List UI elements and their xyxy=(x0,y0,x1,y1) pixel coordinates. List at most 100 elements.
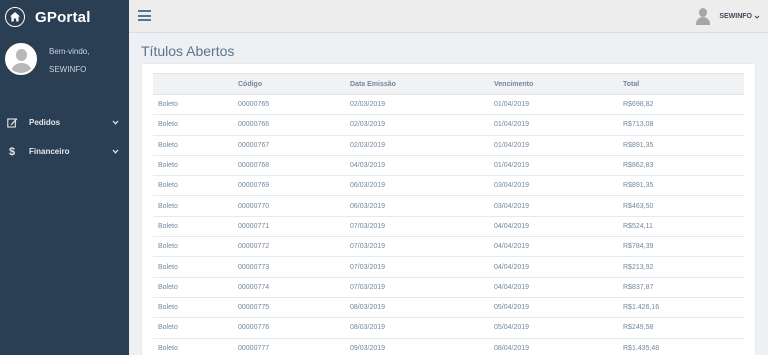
cell-total: R$249,58 xyxy=(618,317,744,339)
cell-total: R$784,39 xyxy=(618,236,744,257)
cell-total: R$213,92 xyxy=(618,256,744,278)
cell-due-date: 04/04/2019 xyxy=(489,236,618,257)
cell-type: Boleto xyxy=(153,317,233,339)
cell-issue-date: 07/03/2019 xyxy=(345,276,489,298)
cell-total: R$463,50 xyxy=(618,195,744,217)
table-row[interactable]: Boleto 00000777 09/03/2019 08/04/2019 R$1.43… xyxy=(153,337,744,355)
table-row[interactable]: Boleto 00000771 07/03/2019 04/04/2019 R$524,… xyxy=(153,215,744,237)
menu-toggle-icon[interactable] xyxy=(138,10,151,21)
header-type xyxy=(153,73,233,95)
cell-issue-date: 09/03/2019 xyxy=(345,337,489,355)
sidebar-item-pedidos[interactable]: Pedidos xyxy=(0,108,129,137)
cell-type: Boleto xyxy=(153,154,233,176)
header-code: Código xyxy=(233,73,345,95)
table-row[interactable]: Boleto 00000769 06/03/2019 03/04/2019 R$891,… xyxy=(153,175,744,196)
cell-issue-date: 06/03/2019 xyxy=(345,195,489,217)
cell-total: R$1.426,16 xyxy=(618,296,744,318)
table-row[interactable]: Boleto 00000775 08/03/2019 05/04/2019 R$1.42… xyxy=(153,296,744,318)
avatar xyxy=(5,43,37,75)
cell-total: R$862,83 xyxy=(618,154,744,176)
dollar-icon: $ xyxy=(8,145,16,158)
cell-code: 00000768 xyxy=(233,154,345,176)
cell-due-date: 05/04/2019 xyxy=(489,317,618,339)
sidebar-item-label: Financeiro xyxy=(29,147,70,156)
cell-code: 00000766 xyxy=(233,114,345,136)
cell-type: Boleto xyxy=(153,175,233,196)
welcome-text: Bem-vindo, xyxy=(49,47,90,56)
cell-type: Boleto xyxy=(153,215,233,237)
table-row[interactable]: Boleto 00000776 08/03/2019 05/04/2019 R$249,… xyxy=(153,317,744,339)
cell-total: R$891,35 xyxy=(618,134,744,156)
sidebar-item-label: Pedidos xyxy=(29,118,61,127)
cell-issue-date: 02/03/2019 xyxy=(345,93,489,115)
cell-due-date: 08/04/2019 xyxy=(489,337,618,355)
cell-due-date: 04/04/2019 xyxy=(489,256,618,278)
brand-name: GPortal xyxy=(35,8,91,26)
cell-code: 00000773 xyxy=(233,256,345,278)
user-avatar-icon xyxy=(696,8,711,25)
main-content: Títulos Abertos Código Data Emissão Venc… xyxy=(129,34,768,355)
cell-due-date: 05/04/2019 xyxy=(489,296,618,318)
brand[interactable]: GPortal xyxy=(0,0,129,34)
table-row[interactable]: Boleto 00000774 07/03/2019 04/04/2019 R$837,… xyxy=(153,276,744,298)
profile-username: SEWINFO xyxy=(49,65,87,74)
table-row[interactable]: Boleto 00000770 06/03/2019 03/04/2019 R$463,… xyxy=(153,195,744,217)
cell-total: R$1.435,48 xyxy=(618,337,744,355)
cell-code: 00000774 xyxy=(233,276,345,298)
cell-due-date: 01/04/2019 xyxy=(489,93,618,115)
table-row[interactable]: Boleto 00000767 02/03/2019 01/04/2019 R$891,… xyxy=(153,134,744,156)
sidebar-menu: Pedidos $ Financeiro xyxy=(0,108,129,166)
cell-type: Boleto xyxy=(153,296,233,318)
table-row[interactable]: Boleto 00000772 07/03/2019 04/04/2019 R$784,… xyxy=(153,236,744,257)
cell-code: 00000767 xyxy=(233,134,345,156)
cell-type: Boleto xyxy=(153,114,233,136)
table-row[interactable]: Boleto 00000765 02/03/2019 01/04/2019 R$698,… xyxy=(153,93,744,115)
cell-due-date: 03/04/2019 xyxy=(489,195,618,217)
user-profile: Bem-vindo, SEWINFO xyxy=(0,34,129,104)
home-icon xyxy=(5,7,25,27)
cell-type: Boleto xyxy=(153,337,233,355)
table-row[interactable]: Boleto 00000773 07/03/2019 04/04/2019 R$213,… xyxy=(153,256,744,278)
cell-type: Boleto xyxy=(153,93,233,115)
top-nav: SEWINFO xyxy=(129,0,768,33)
cell-code: 00000776 xyxy=(233,317,345,339)
cell-type: Boleto xyxy=(153,236,233,257)
cell-code: 00000765 xyxy=(233,93,345,115)
cell-issue-date: 07/03/2019 xyxy=(345,256,489,278)
cell-due-date: 03/04/2019 xyxy=(489,175,618,196)
cell-total: R$713,08 xyxy=(618,114,744,136)
cell-code: 00000772 xyxy=(233,236,345,257)
top-username: SEWINFO xyxy=(719,13,752,20)
cell-due-date: 01/04/2019 xyxy=(489,154,618,176)
cell-code: 00000771 xyxy=(233,215,345,237)
cell-type: Boleto xyxy=(153,195,233,217)
cell-total: R$524,11 xyxy=(618,215,744,237)
header-issue-date: Data Emissão xyxy=(345,73,489,95)
cell-code: 00000769 xyxy=(233,175,345,196)
table-row[interactable]: Boleto 00000766 02/03/2019 01/04/2019 R$713,… xyxy=(153,114,744,136)
titles-table: Código Data Emissão Vencimento Total Bol… xyxy=(153,73,744,355)
cell-issue-date: 02/03/2019 xyxy=(345,134,489,156)
cell-type: Boleto xyxy=(153,134,233,156)
cell-issue-date: 02/03/2019 xyxy=(345,114,489,136)
sidebar-item-financeiro[interactable]: $ Financeiro xyxy=(0,137,129,166)
edit-icon xyxy=(6,117,18,128)
header-due-date: Vencimento xyxy=(489,73,618,95)
cell-issue-date: 07/03/2019 xyxy=(345,215,489,237)
chevron-down-icon xyxy=(112,120,119,125)
cell-issue-date: 04/03/2019 xyxy=(345,154,489,176)
cell-code: 00000770 xyxy=(233,195,345,217)
sidebar: GPortal Bem-vindo, SEWINFO Pedidos $ Fin… xyxy=(0,0,129,355)
content-panel: Código Data Emissão Vencimento Total Bol… xyxy=(141,63,756,355)
cell-issue-date: 08/03/2019 xyxy=(345,317,489,339)
cell-code: 00000777 xyxy=(233,337,345,355)
chevron-down-icon xyxy=(754,15,760,19)
user-menu[interactable]: SEWINFO xyxy=(696,8,760,25)
cell-due-date: 01/04/2019 xyxy=(489,134,618,156)
cell-total: R$698,82 xyxy=(618,93,744,115)
cell-type: Boleto xyxy=(153,256,233,278)
cell-type: Boleto xyxy=(153,276,233,298)
table-row[interactable]: Boleto 00000768 04/03/2019 01/04/2019 R$862,… xyxy=(153,154,744,176)
cell-issue-date: 06/03/2019 xyxy=(345,175,489,196)
table-header-row: Código Data Emissão Vencimento Total xyxy=(153,73,744,95)
